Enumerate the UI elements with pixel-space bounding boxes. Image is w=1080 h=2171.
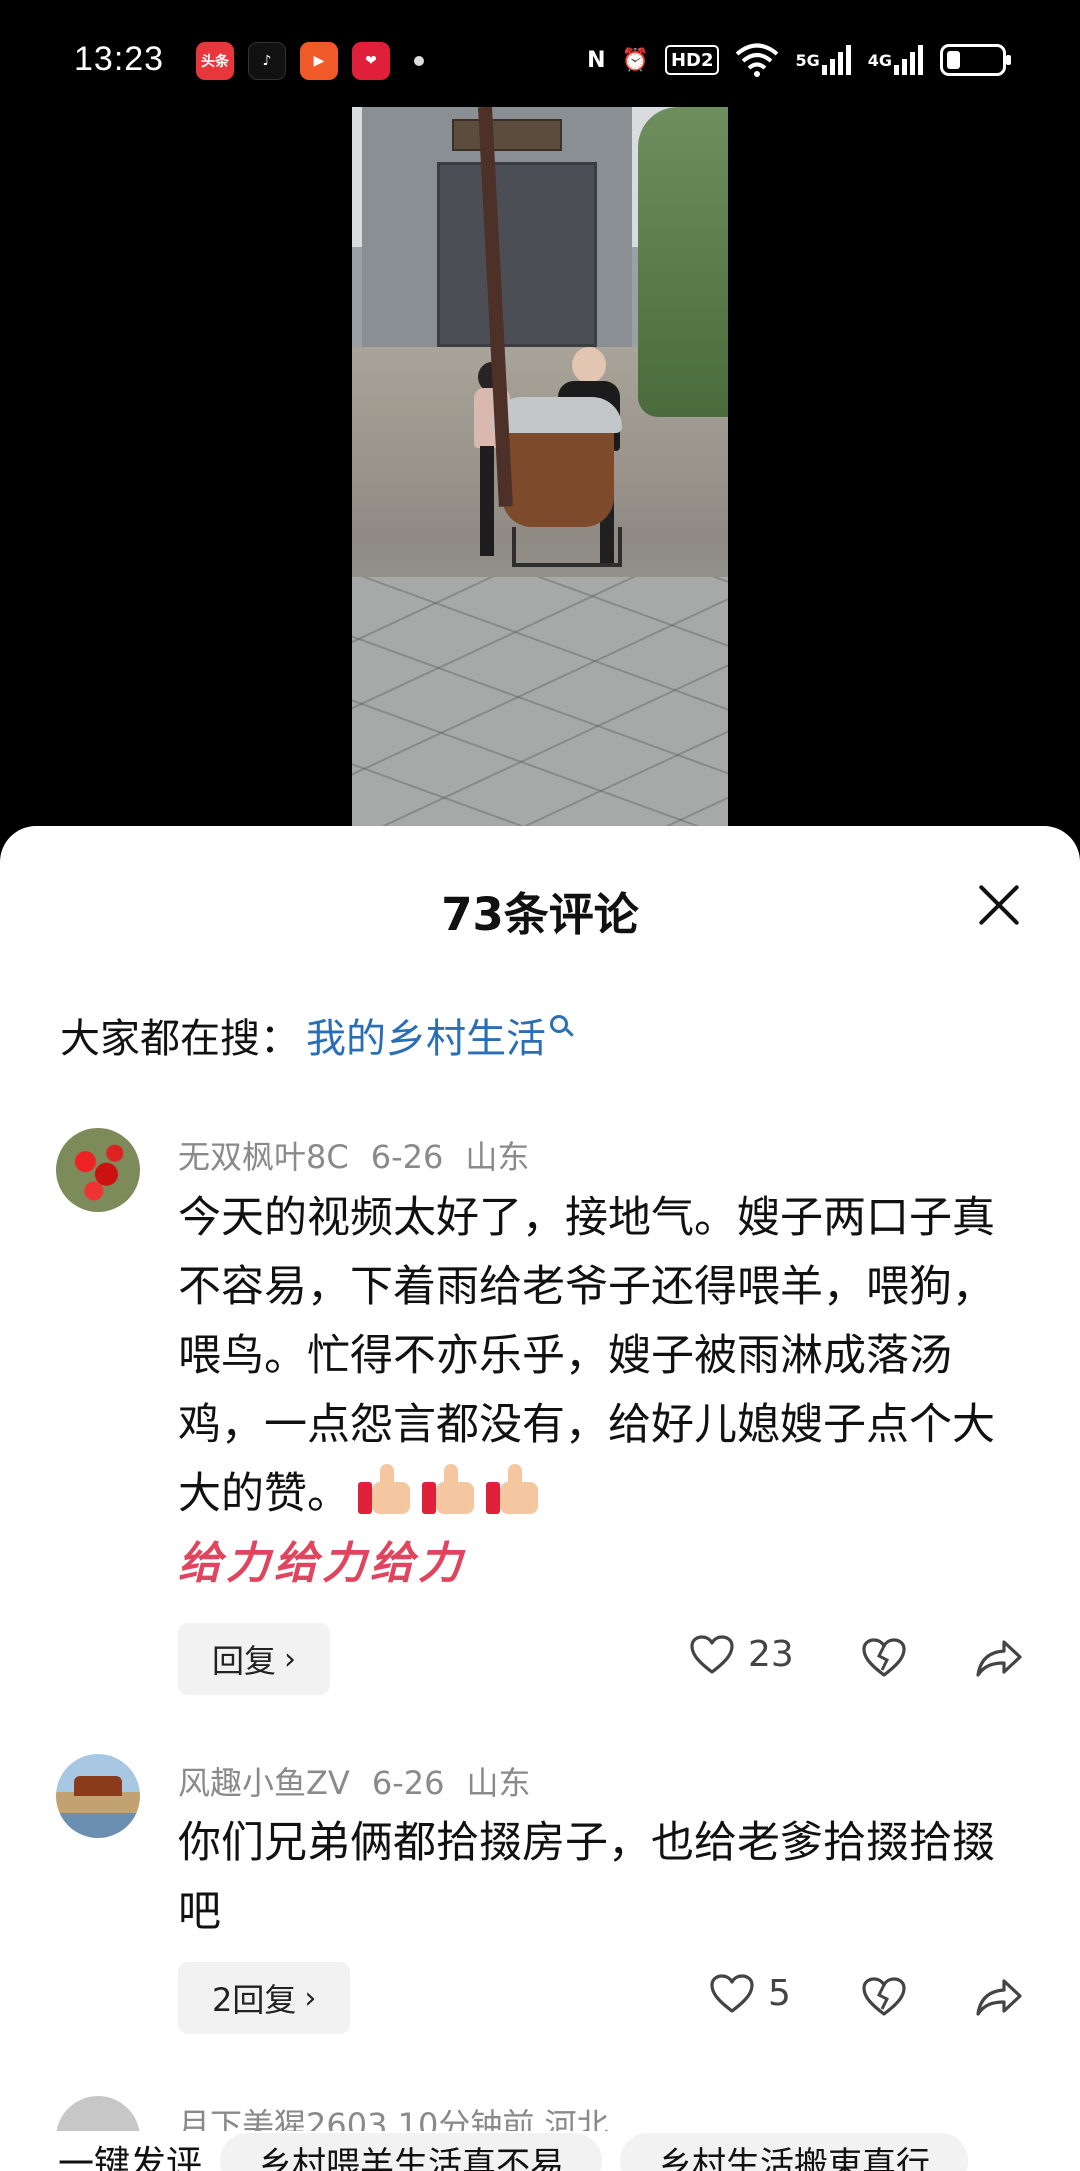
heart-icon <box>690 1634 734 1674</box>
status-bar: 13:23 头条 ♪ ▶ ❤ N ⏰ HD2 5G 4G <box>0 0 1080 110</box>
video-tree <box>638 107 728 417</box>
avatar[interactable] <box>56 1754 140 1838</box>
chevron-right-icon: › <box>304 1980 317 2016</box>
status-time: 13:23 <box>74 40 165 78</box>
video-player[interactable] <box>352 107 728 827</box>
video-door <box>437 162 597 347</box>
dislike-broken-heart-icon[interactable] <box>862 1638 906 1678</box>
comment-date: 6-26 <box>371 1764 445 1802</box>
video-cart <box>512 527 622 567</box>
video-pot-lid <box>492 397 622 433</box>
thumbs-up-icon <box>358 1464 414 1514</box>
thumbs-up-icon <box>422 1464 478 1514</box>
heart-app-icon: ❤ <box>352 42 390 80</box>
battery-fill <box>947 51 960 69</box>
signal-4g-icon: 4G <box>868 42 924 78</box>
avatar[interactable] <box>56 1128 140 1212</box>
quick-comment-bar: 一键发评 乡村喂羊生活真不易 乡村生活搬東真行 <box>0 2131 1080 2171</box>
notification-app-icons: 头条 ♪ ▶ ❤ <box>196 42 424 80</box>
comment-username[interactable]: 风趣小鱼ZV <box>178 1764 350 1802</box>
signal-4g-label: 4G <box>867 50 892 70</box>
comment-body: 你们兄弟俩都拾掇房子，也给老爹拾掇拾掇吧 <box>178 1809 1018 1947</box>
quick-comment-chip[interactable]: 乡村喂羊生活真不易 <box>220 2133 603 2171</box>
comment-sheet: 73条评论 大家都在搜： 我的乡村生活 无双枫叶8C 6-26 山东 今天的视频太好… <box>0 826 1080 2171</box>
video-tiled-floor <box>352 577 728 827</box>
like-button[interactable]: 23 <box>690 1634 794 1675</box>
quick-comment-chip[interactable]: 乡村生活搬東真行 <box>620 2133 969 2171</box>
reply-button[interactable]: 回复 › <box>178 1623 331 1695</box>
nfc-icon: N <box>587 47 606 73</box>
thumbs-up-icon <box>486 1464 542 1514</box>
comment-body: 今天的视频太好了，接地气。嫂子两口子真不容易，下着雨给老爷子还得喂羊，喂狗，喂鸟… <box>178 1184 1018 1598</box>
video-app-icon: ▶ <box>300 42 338 80</box>
like-button[interactable]: 5 <box>710 1973 791 2014</box>
alarm-icon: ⏰ <box>621 47 649 73</box>
battery-icon <box>940 44 1011 76</box>
comment-location: 山东 <box>465 1138 530 1176</box>
close-icon[interactable] <box>974 880 1024 930</box>
comment-date: 6-26 <box>370 1138 444 1176</box>
toutiao-app-icon: 头条 <box>196 42 234 80</box>
signal-5g-label: 5G <box>795 50 820 70</box>
trending-search-link[interactable]: 我的乡村生活 <box>306 1006 546 1064</box>
comment-username[interactable]: 无双枫叶8C <box>178 1138 349 1176</box>
more-notifications-dot-icon <box>414 56 424 66</box>
tiktok-app-icon: ♪ <box>248 42 286 80</box>
heart-icon <box>710 1973 754 2013</box>
chevron-right-icon: › <box>284 1641 297 1677</box>
reply-button[interactable]: 2回复 › <box>178 1962 351 2034</box>
share-icon[interactable] <box>976 1638 1022 1678</box>
reply-label: 回复 <box>212 1642 277 1680</box>
quick-comment-label[interactable]: 一键发评 <box>0 2135 202 2171</box>
wifi-icon <box>735 42 779 78</box>
reply-label: 2回复 <box>212 1981 297 2019</box>
comment-meta: 无双枫叶8C 6-26 山东 <box>178 1132 551 1178</box>
comment-text: 你们兄弟俩都拾掇房子，也给老爹拾掇拾掇吧 <box>178 1818 995 1937</box>
comment-text: 今天的视频太好了，接地气。嫂子两口子真不容易，下着雨给老爷子还得喂羊，喂狗，喂鸟… <box>178 1193 995 1519</box>
like-count: 23 <box>748 1634 794 1675</box>
trending-search-row: 大家都在搜： 我的乡村生活 <box>60 1006 568 1064</box>
search-icon[interactable] <box>550 1015 568 1033</box>
dislike-broken-heart-icon[interactable] <box>862 1977 906 2017</box>
signal-5g-icon: 5G <box>795 42 851 78</box>
video-door-sign <box>452 119 562 151</box>
hd-icon: HD2 <box>664 45 720 75</box>
status-indicators: N ⏰ HD2 5G 4G <box>587 42 1011 78</box>
comment-location: 山东 <box>466 1764 531 1802</box>
share-icon[interactable] <box>976 1977 1022 2017</box>
comment-sticker: 给力给力给力 <box>178 1538 466 1589</box>
like-count: 5 <box>768 1973 791 2014</box>
comment-count-title: 73条评论 <box>441 888 639 941</box>
comment-meta: 风趣小鱼ZV 6-26 山东 <box>178 1758 552 1804</box>
trending-search-prefix: 大家都在搜： <box>60 1016 300 1062</box>
